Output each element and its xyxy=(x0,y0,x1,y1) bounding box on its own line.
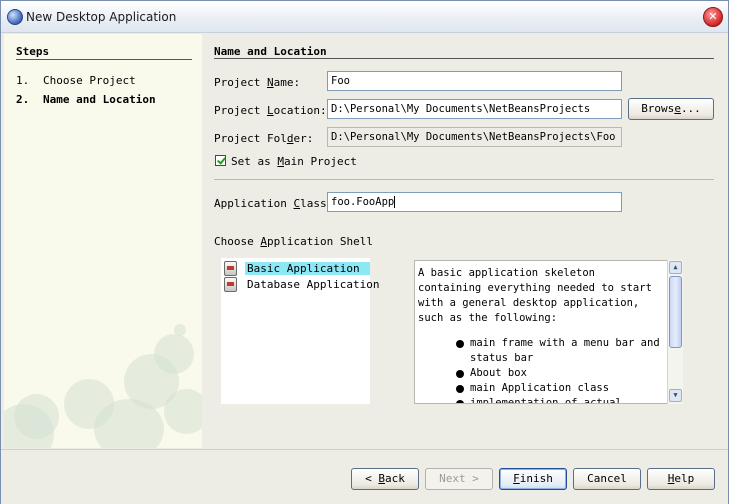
window-title: New Desktop Application xyxy=(26,10,177,24)
list-item-database-application[interactable]: Database Application xyxy=(223,277,379,293)
project-location-label: Project Location: xyxy=(214,104,327,117)
set-as-main-project-label[interactable]: Set as Main Project xyxy=(231,155,357,168)
next-button[interactable]: Next > xyxy=(425,468,493,490)
step-number: 1. xyxy=(16,74,30,87)
section-divider xyxy=(214,58,714,59)
set-as-main-project-checkbox[interactable] xyxy=(215,155,226,166)
shell-description-text: A basic application skeleton containing … xyxy=(418,267,652,324)
text-caret xyxy=(394,196,396,208)
bullet-item: implementation of actual... xyxy=(418,396,663,403)
steps-panel: Steps 1. Choose Project 2. Name and Locati… xyxy=(4,34,202,448)
list-item-label: Database Application xyxy=(247,278,380,291)
new-desktop-application-dialog: New Desktop Application ✕ Steps 1. Choose… xyxy=(0,0,729,504)
wizard-content: Name and Location Project Name: Foo Proj… xyxy=(202,34,727,448)
step-name-and-location: 2. Name and Location xyxy=(16,93,156,106)
project-folder-label: Project Folder: xyxy=(214,132,314,145)
close-window-button[interactable]: ✕ xyxy=(703,7,723,27)
step-number: 2. xyxy=(16,93,30,106)
project-name-input[interactable]: Foo xyxy=(327,71,622,91)
scroll-up-arrow-icon[interactable]: ▲ xyxy=(669,261,682,274)
project-folder-field: D:\Personal\My Documents\NetBeansProject… xyxy=(327,127,622,147)
bullet-item: main Application class xyxy=(418,381,663,396)
step-choose-project: 1. Choose Project xyxy=(16,74,136,87)
browse-button[interactable]: Browse... xyxy=(628,98,714,120)
steps-divider xyxy=(16,59,192,60)
close-icon: ✕ xyxy=(708,10,718,23)
project-location-input[interactable]: D:\Personal\My Documents\NetBeansProject… xyxy=(327,99,622,119)
back-button[interactable]: < Back xyxy=(351,468,419,490)
netbeans-app-icon xyxy=(7,9,23,25)
step-label: Choose Project xyxy=(43,74,136,87)
application-template-icon xyxy=(224,261,237,276)
application-class-label: Application Class: xyxy=(214,197,334,210)
bullet-item: About box xyxy=(418,366,663,381)
title-bar[interactable]: New Desktop Application ✕ xyxy=(1,1,728,33)
step-label: Name and Location xyxy=(43,93,156,106)
steps-heading: Steps xyxy=(16,45,50,58)
decorative-bubbles xyxy=(4,294,202,448)
help-button[interactable]: Help xyxy=(647,468,715,490)
wizard-footer: < Back Next > Finish Cancel Help xyxy=(1,449,728,504)
description-scrollbar[interactable]: ▲ ▼ xyxy=(667,260,683,404)
application-shell-list[interactable]: Basic Application Database Application xyxy=(221,258,379,404)
shell-description-pane[interactable]: A basic application skeleton containing … xyxy=(414,260,670,404)
choose-application-shell-label: Choose Application Shell xyxy=(214,235,373,248)
bullet-item: main frame with a menu bar and status ba… xyxy=(418,336,663,366)
cancel-button[interactable]: Cancel xyxy=(573,468,641,490)
scroll-down-arrow-icon[interactable]: ▼ xyxy=(669,389,682,402)
application-class-input[interactable]: foo.FooApp xyxy=(327,192,622,212)
application-template-icon xyxy=(224,277,237,292)
form-separator xyxy=(214,179,714,180)
finish-button[interactable]: Finish xyxy=(499,468,567,490)
section-title: Name and Location xyxy=(214,45,327,58)
scroll-thumb[interactable] xyxy=(669,276,682,348)
list-item-basic-application[interactable]: Basic Application xyxy=(223,261,370,277)
project-name-label: Project Name: xyxy=(214,76,301,89)
list-item-label: Basic Application xyxy=(245,262,370,275)
